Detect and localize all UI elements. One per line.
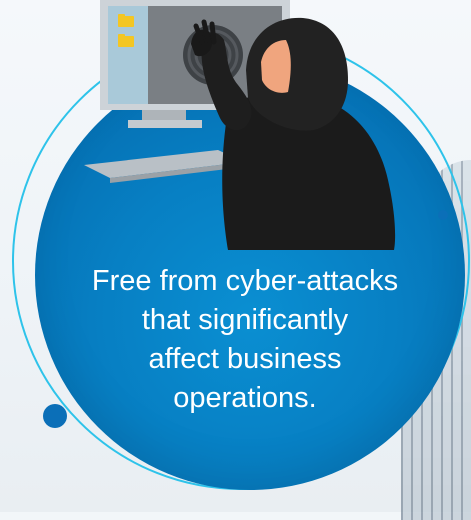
decorative-dot	[43, 404, 67, 428]
hacker-illustration	[84, 0, 396, 250]
keyboard-icon	[84, 150, 244, 183]
decorative-dot-small	[438, 210, 448, 220]
hacker-figure	[191, 17, 396, 250]
message-text: Free from cyber-attacks that significant…	[91, 265, 399, 414]
